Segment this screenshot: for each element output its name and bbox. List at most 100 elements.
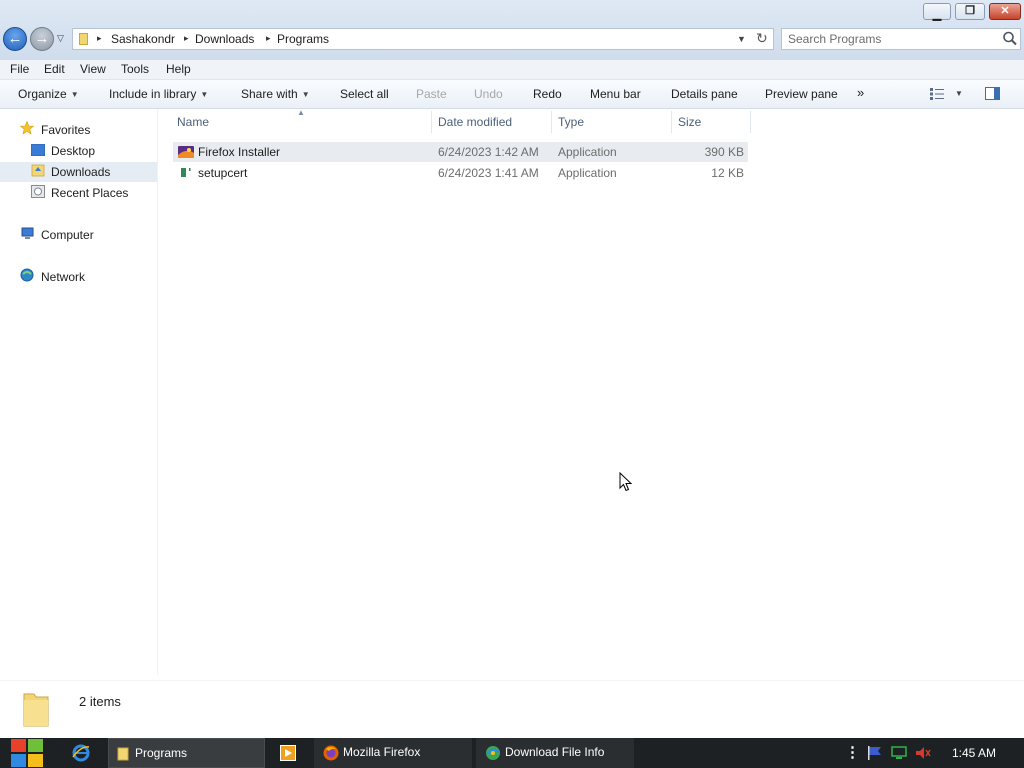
folder-icon [117,747,129,761]
menu-view[interactable]: View [80,62,106,76]
more-commands-icon[interactable]: » [857,85,864,100]
internet-explorer-icon[interactable] [72,744,90,762]
action-center-flag-icon[interactable] [867,746,882,760]
show-hidden-icons-button[interactable]: ⋮ [845,743,860,761]
minimize-button[interactable]: ▁ [923,3,951,21]
file-name: Firefox Installer [198,145,281,159]
breadcrumb-sashakondr[interactable]: Sashakondr [111,32,175,46]
download-file-info-icon [486,746,500,760]
column-header-type[interactable]: Type [558,115,584,129]
taskbar-item-mozilla-firefox[interactable]: Mozilla Firefox [314,738,472,768]
column-header-date-modified[interactable]: Date modified [438,115,512,129]
breadcrumb-programs[interactable]: Programs [277,32,329,46]
search-box[interactable] [781,28,1021,50]
firefox-icon [323,745,339,761]
refresh-icon[interactable]: ↻ [756,30,768,47]
sidebar-item-label: Desktop [51,144,96,158]
chevron-down-icon[interactable]: ▼ [955,89,963,98]
breadcrumb-separator-icon[interactable]: ▸ [266,33,271,44]
file-date-modified: 6/24/2023 1:41 AM [438,166,539,180]
folder-icon [23,693,49,727]
close-icon: ✕ [1000,5,1010,17]
column-header-size[interactable]: Size [678,115,701,129]
organize-label: Organize [18,87,67,101]
file-row-setupcert[interactable]: setupcert 6/24/2023 1:41 AM Application … [173,163,748,183]
item-count: 2 items [79,694,121,709]
column-header-name[interactable]: Name [177,115,209,129]
taskbar-item-label: Download File Info [505,745,605,759]
column-divider[interactable] [750,111,751,133]
taskbar-item-programs[interactable]: Programs [108,738,265,768]
volume-muted-icon[interactable] [915,746,931,760]
folder-icon [79,33,88,45]
sidebar-item-label: Network [41,270,86,284]
column-divider[interactable] [671,111,672,133]
sidebar-item-label: Favorites [41,123,91,137]
sidebar-item-label: Computer [41,228,94,242]
star-icon [20,121,34,135]
address-dropdown-icon[interactable]: ▼ [737,34,746,44]
paste-button[interactable]: Paste [416,87,447,101]
file-type: Application [558,166,617,180]
mouse-cursor-icon [619,472,633,492]
breadcrumb-separator-icon[interactable]: ▸ [97,33,102,44]
sort-ascending-icon: ▲ [297,108,305,117]
organize-button[interactable]: Organize ▼ [18,87,79,101]
network-icon [20,268,34,282]
maximize-button[interactable]: ❐ [955,3,985,20]
include-in-library-label: Include in library [109,87,197,101]
menu-file[interactable]: File [10,62,29,76]
start-button-windows-logo-icon[interactable] [10,738,44,768]
file-name: setupcert [198,166,248,180]
breadcrumb-separator-icon[interactable]: ▸ [184,33,189,44]
forward-button[interactable]: → [30,27,54,51]
preview-pane-toggle-icon[interactable] [985,87,1000,100]
restore-icon: ❐ [965,5,975,17]
downloads-folder-icon [31,164,45,177]
search-icon[interactable] [1002,30,1018,48]
column-divider[interactable] [551,111,552,133]
menu-tools[interactable]: Tools [121,62,149,76]
menu-help[interactable]: Help [166,62,191,76]
system-clock[interactable]: 1:45 AM [952,746,996,760]
recent-locations-dropdown[interactable]: ▽ [57,33,64,44]
forward-arrow-icon: → [34,30,50,47]
back-arrow-icon: ← [7,30,23,47]
redo-button[interactable]: Redo [533,87,562,101]
address-bar[interactable]: ▸ Sashakondr ▸ Downloads ▸ Programs ▼ ↻ [72,28,774,50]
title-bar: ▁ ❐ ✕ ← → ▽ ▸ Sashakondr ▸ Downloads ▸ P… [0,0,1024,60]
view-options-icon[interactable] [930,88,944,100]
taskbar-item-media-player[interactable] [269,738,309,768]
taskbar-item-label: Mozilla Firefox [343,745,421,759]
select-all-button[interactable]: Select all [340,87,389,101]
file-type: Application [558,145,617,159]
close-button[interactable]: ✕ [989,3,1021,20]
search-input[interactable] [788,32,993,46]
setupcert-icon [181,168,191,177]
column-divider[interactable] [431,111,432,133]
file-row-firefox-installer[interactable]: Firefox Installer 6/24/2023 1:42 AM Appl… [173,142,748,162]
file-size: 12 KB [711,166,744,180]
desktop-icon [31,144,45,156]
share-with-button[interactable]: Share with ▼ [241,87,310,101]
undo-button[interactable]: Undo [474,87,503,101]
include-in-library-button[interactable]: Include in library ▼ [109,87,208,101]
preview-pane-button[interactable]: Preview pane [765,87,838,101]
taskbar: Programs Mozilla Firefox Download File I… [0,738,1024,768]
details-pane-button[interactable]: Details pane [671,87,738,101]
breadcrumb-downloads[interactable]: Downloads [195,32,254,46]
share-with-label: Share with [241,87,298,101]
firefox-installer-icon [178,146,194,158]
menu-bar-button[interactable]: Menu bar [590,87,641,101]
chevron-down-icon: ▼ [301,90,310,99]
command-bar: Organize ▼ Include in library ▼ Share with… [0,80,1024,109]
taskbar-item-label: Programs [135,746,188,760]
back-button[interactable]: ← [3,27,27,51]
taskbar-item-download-file-info[interactable]: Download File Info [476,738,634,768]
recent-places-icon [31,185,45,198]
navigation-pane: Favorites Desktop Downloads Recent Place… [0,109,158,675]
network-status-icon[interactable] [891,746,907,761]
chevron-down-icon: ▼ [70,90,79,99]
sidebar-item-label: Recent Places [51,186,129,200]
menu-edit[interactable]: Edit [44,62,65,76]
